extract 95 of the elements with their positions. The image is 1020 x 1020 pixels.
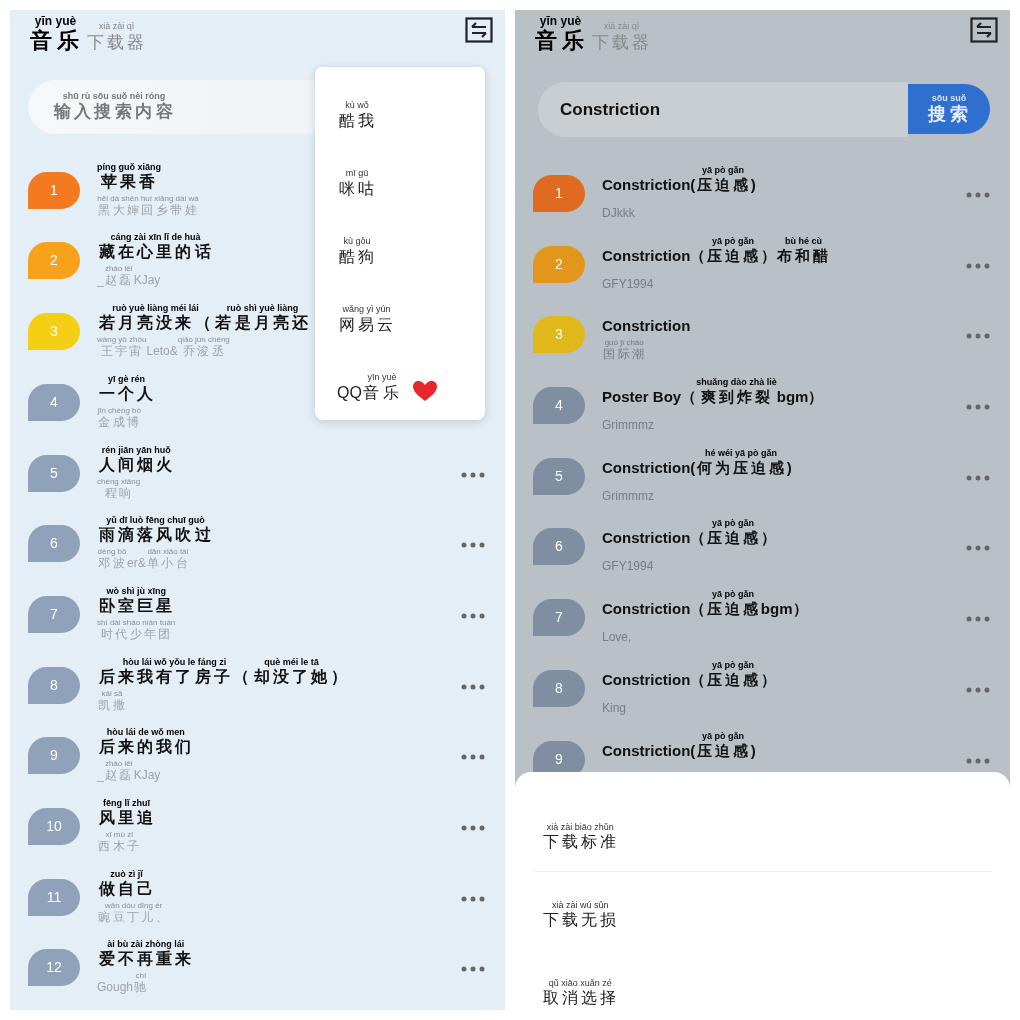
song-title: píng guǒ xiāng 苹果香 bbox=[97, 161, 161, 192]
more-icon[interactable] bbox=[966, 192, 990, 198]
song-title: ruò yuè liàng méi lái 若月亮没来（ ruò shì yuè liàng 若是月亮还 bbox=[97, 303, 312, 334]
rank-badge: 3 bbox=[533, 316, 585, 354]
more-icon[interactable] bbox=[461, 754, 485, 761]
sheet-option[interactable]: xià zài biāo zhǔn 下载标准 bbox=[541, 822, 620, 852]
rank-badge: 1 bbox=[533, 175, 585, 212]
artist-name: Grimmmz bbox=[602, 417, 654, 434]
swap-icon[interactable] bbox=[970, 17, 998, 43]
more-icon[interactable] bbox=[966, 474, 990, 481]
song-title: Constriction( yā pò gǎn 压迫感) bbox=[602, 165, 756, 195]
search-value: Constriction bbox=[560, 98, 661, 121]
artist-name: kǎi sā 凯撒 bbox=[97, 688, 127, 713]
more-icon[interactable] bbox=[966, 333, 990, 340]
more-icon[interactable] bbox=[966, 757, 990, 764]
search-button[interactable]: sōu suǒ 搜索 bbox=[908, 84, 990, 134]
rank-badge: 6 bbox=[28, 525, 80, 563]
source-option[interactable]: kù gǒu 酷狗 bbox=[337, 236, 377, 267]
rank-badge: 2 bbox=[533, 245, 585, 283]
source-option[interactable]: QQ yīn yuè 音乐 bbox=[337, 372, 402, 403]
artist-name: GFY1994 bbox=[602, 275, 654, 292]
rank-badge: 10 bbox=[28, 807, 80, 845]
more-icon[interactable] bbox=[966, 545, 990, 552]
song-title: zuò zì jǐ 做自己 bbox=[97, 868, 157, 899]
app-title: yīn yuè 音乐 bbox=[534, 15, 588, 54]
more-icon[interactable] bbox=[461, 471, 485, 478]
sheet-option[interactable]: xià zài wú sǔn 下载无损 bbox=[541, 900, 620, 930]
artist-name: Grimmmz bbox=[602, 487, 654, 504]
song-title: Constriction（ yā pò gǎn 压迫感） bbox=[602, 518, 776, 549]
song-title: Constriction( hé wéi yā pò gǎn 何为压迫感) bbox=[602, 447, 792, 478]
rank-badge: 2 bbox=[28, 242, 80, 280]
song-title: hòu lái de wǒ men 后来的我们 bbox=[97, 727, 195, 758]
song-title: Poster Boy（ shuǎng dào zhà liè 爽到炸裂 bgm） bbox=[602, 377, 824, 408]
more-icon[interactable] bbox=[461, 824, 485, 831]
more-icon[interactable] bbox=[461, 542, 485, 549]
swap-icon[interactable] bbox=[465, 17, 493, 43]
song-title: Constriction（ yā pò gǎn 压迫感） bù hé cù 布和醋 bbox=[602, 235, 832, 266]
rank-badge: 3 bbox=[28, 313, 80, 351]
rank-badge: 7 bbox=[533, 599, 585, 637]
song-title: Constriction bbox=[602, 316, 691, 337]
more-icon[interactable] bbox=[461, 895, 485, 902]
more-icon[interactable] bbox=[966, 616, 990, 623]
rank-badge: 8 bbox=[533, 669, 585, 707]
artist-name: jīn chéng bó 金成博 bbox=[97, 405, 142, 430]
rank-badge: 5 bbox=[28, 454, 80, 492]
rank-badge: 7 bbox=[28, 595, 80, 633]
more-icon[interactable] bbox=[966, 686, 990, 693]
rank-badge: 8 bbox=[28, 666, 80, 704]
rank-badge: 5 bbox=[533, 457, 585, 495]
artist-name: Gough chí 驰 bbox=[97, 971, 149, 996]
more-icon[interactable] bbox=[461, 966, 485, 973]
search-placeholder: shū rù sōu suǒ nèi róng 输入搜索内容 bbox=[52, 91, 177, 123]
artist-name: DJkkk bbox=[602, 205, 635, 221]
rank-badge: 12 bbox=[28, 949, 80, 987]
rank-badge: 9 bbox=[28, 737, 80, 775]
artist-name: hēi dà shěn huí xiāng dài wá 黑大婶回乡带娃 bbox=[97, 193, 199, 218]
artist-name: chéng xiǎng 程响 bbox=[97, 476, 141, 501]
artist-name: Love, bbox=[602, 629, 632, 646]
artist-name: wān dòu dīng ér 豌豆丁儿、 bbox=[97, 900, 171, 925]
search-field[interactable]: Constriction bbox=[538, 82, 908, 137]
song-title: hòu lái wǒ yǒu le fáng zi 后来我有了房子（ què méi le tā 却没了她） bbox=[97, 656, 347, 687]
artist-name: GFY1994 bbox=[602, 558, 654, 575]
artist-name: _ zhào lěi 赵磊KJay bbox=[97, 264, 161, 289]
song-title: ài bù zài zhòng lái 爱不再重来 bbox=[97, 939, 195, 970]
song-title: rén jiān yān huǒ 人间烟火 bbox=[97, 444, 176, 475]
rank-badge: 4 bbox=[28, 383, 80, 421]
song-title: Constriction（ yā pò gǎn 压迫感） bbox=[602, 659, 776, 690]
rank-badge: 11 bbox=[28, 878, 80, 916]
source-option[interactable]: mī gū 咪咕 bbox=[337, 168, 377, 199]
heart-icon bbox=[411, 380, 438, 402]
song-title: fēng lǐ zhuī 风里追 bbox=[97, 797, 157, 828]
source-option[interactable]: wǎng yì yún 网易云 bbox=[337, 304, 397, 335]
more-icon[interactable] bbox=[461, 612, 485, 619]
song-title: wò shì jù xīng 卧室巨星 bbox=[97, 585, 176, 616]
more-icon[interactable] bbox=[461, 683, 485, 690]
song-title: Constriction（ yā pò gǎn 压迫感bgm） bbox=[602, 589, 808, 620]
song-title: cáng zài xīn lǐ de huà 藏在心里的话 bbox=[97, 232, 214, 263]
rank-badge: 1 bbox=[28, 171, 80, 209]
sheet-option[interactable]: qǔ xiāo xuǎn zé 取消选择 bbox=[541, 978, 620, 1008]
source-option[interactable]: kù wǒ 酷我 bbox=[337, 100, 377, 131]
song-title: yǔ dī luò fēng chuī guò 雨滴落风吹过 bbox=[97, 515, 214, 546]
artist-name: wáng yǔ zhòu 王宇宙 Leto& qiáo jùn chéng 乔浚丞 bbox=[97, 335, 230, 360]
artist-name: King bbox=[602, 699, 627, 716]
app-title: yīn yuè 音乐 bbox=[29, 15, 83, 54]
artist-name: dèng bō 邓波er& dān xiǎo tái 单小台 bbox=[97, 547, 191, 572]
more-icon[interactable] bbox=[966, 262, 990, 269]
artist-name: shí dài shào nián tuán 时代少年团 bbox=[97, 617, 176, 642]
artist-name: xī mù zǐ 西木子 bbox=[97, 829, 142, 854]
artist-name: _ zhào lěi 赵磊KJay bbox=[97, 759, 161, 784]
song-title: Constriction( yā pò gǎn 压迫感) bbox=[602, 730, 756, 761]
more-icon[interactable] bbox=[966, 404, 990, 411]
song-title: yī gè rén 一个人 bbox=[97, 373, 157, 404]
app-subtitle: xià zài qì 下载器 bbox=[85, 21, 148, 54]
rank-badge: 6 bbox=[533, 528, 585, 566]
rank-badge: 4 bbox=[533, 387, 585, 425]
